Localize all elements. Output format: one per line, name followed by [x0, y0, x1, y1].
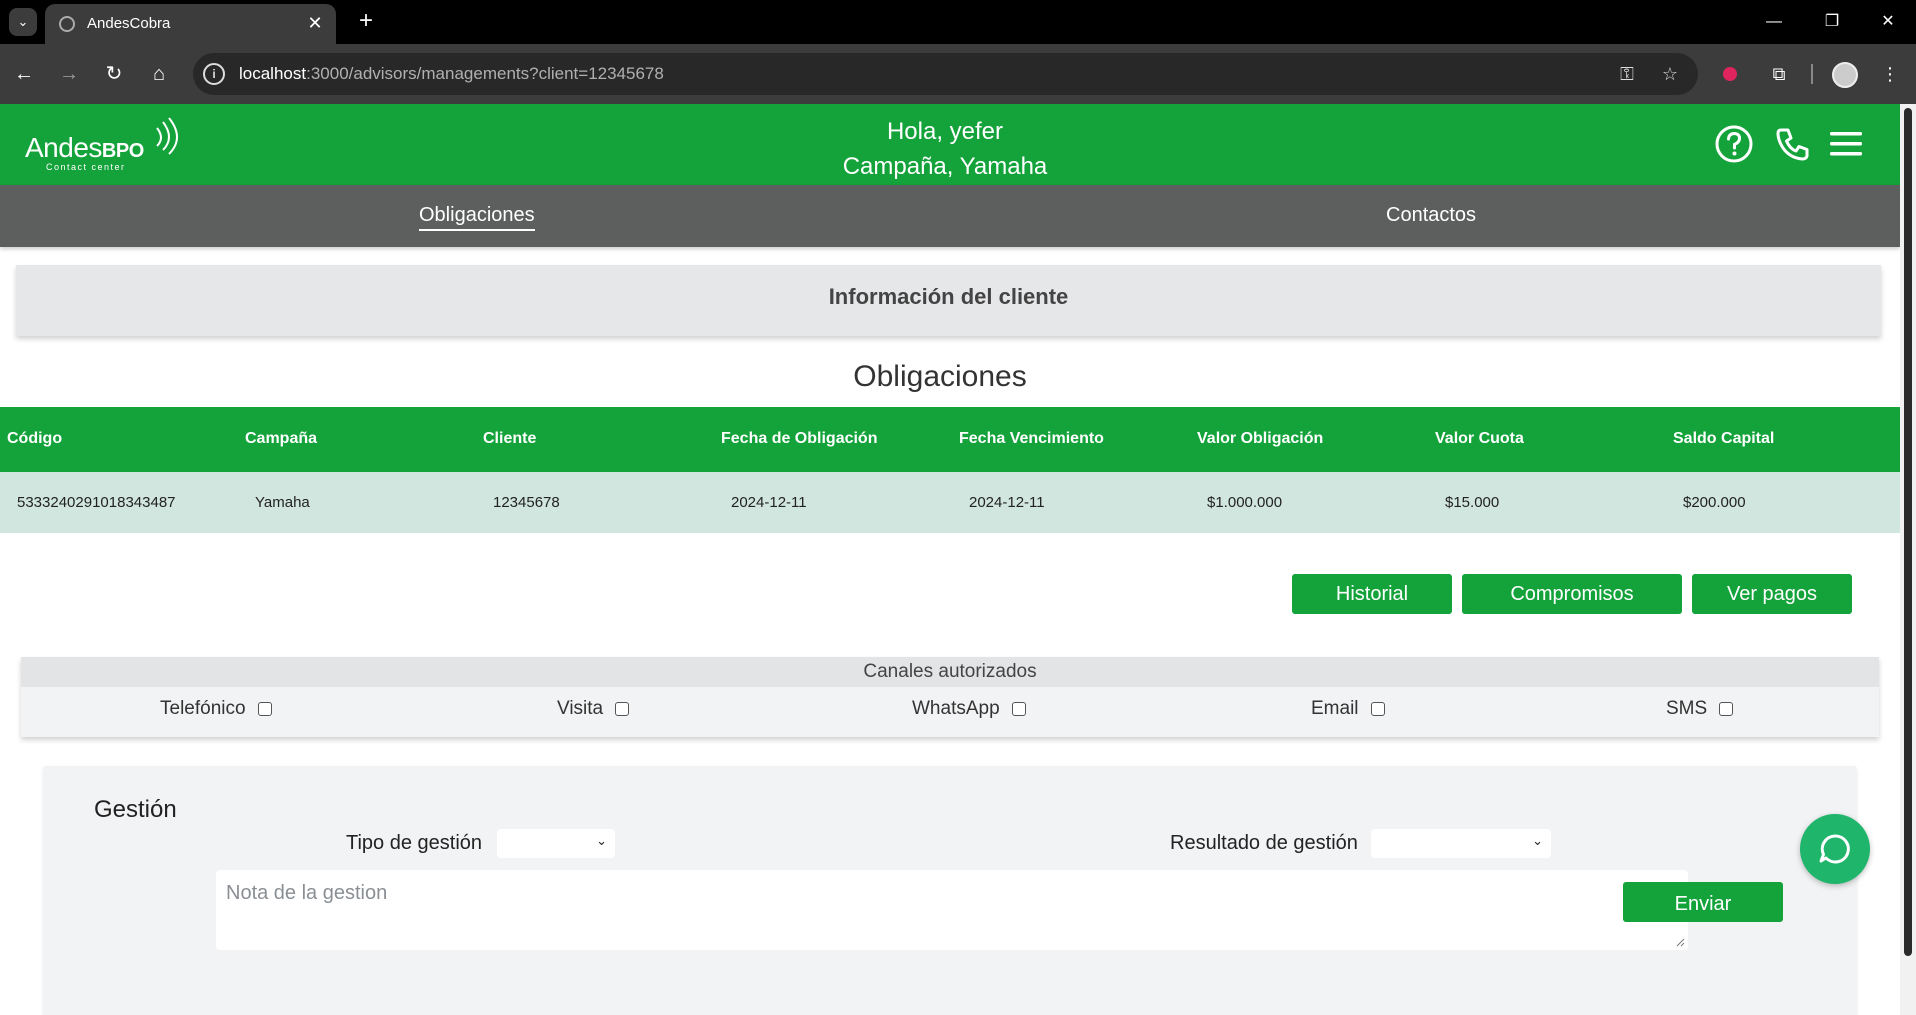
gestion-title: Gestión [94, 796, 177, 823]
channel-whatsapp-label: WhatsApp [912, 698, 1000, 719]
campaign-text: Campaña, Yamaha [842, 153, 1048, 180]
table-row[interactable]: 5333240291018343487 Yamaha 12345678 2024… [0, 472, 1900, 533]
column-header-valor-cuota: Valor Cuota [1435, 430, 1524, 447]
resize-handle-icon[interactable] [1675, 937, 1685, 947]
column-header-cliente: Cliente [483, 430, 537, 447]
key-icon[interactable]: ⚿ [1615, 62, 1639, 86]
toolbar-separator [1811, 64, 1813, 84]
resultado-gestion-label: Resultado de gestión [1170, 832, 1358, 854]
tipo-gestion-label: Tipo de gestión [346, 832, 483, 854]
cell-saldo-capital: $200.000 [1683, 494, 1746, 511]
forward-icon[interactable]: → [55, 60, 83, 88]
channel-telefonico: Telefónico [160, 698, 272, 720]
gestion-form: Gestión Tipo de gestión ⌄ Resultado de g… [44, 766, 1856, 1015]
authorized-channels-panel: Canales autorizados Telefónico Visita Wh… [21, 657, 1879, 737]
resultado-gestion-select[interactable]: ⌄ [1371, 829, 1551, 858]
greeting-text: Hola, yefer [886, 118, 1004, 145]
channel-sms: SMS [1666, 698, 1734, 720]
chevron-down-icon: ⌄ [596, 833, 607, 848]
nav-tab-obligaciones[interactable]: Obligaciones [419, 204, 535, 231]
tipo-gestion-select[interactable]: ⌄ [497, 829, 615, 858]
tab-title: AndesCobra [87, 15, 171, 32]
page-scrollbar[interactable] [1900, 104, 1916, 1015]
phone-icon[interactable] [1773, 124, 1813, 164]
channel-email-label: Email [1311, 698, 1359, 719]
channel-telefonico-checkbox[interactable] [257, 702, 272, 716]
column-header-campana: Campaña [245, 430, 318, 447]
column-header-codigo: Código [7, 430, 63, 447]
cell-valor-cuota: $15.000 [1445, 494, 1500, 511]
channel-visita-label: Visita [557, 698, 604, 719]
greeting-block: Hola, yefer Campaña, Yamaha [0, 114, 1890, 184]
reload-icon[interactable]: ↻ [100, 60, 128, 88]
url-text[interactable]: localhost:3000/advisors/managements?clie… [239, 64, 664, 84]
hamburger-menu-icon[interactable] [1826, 124, 1866, 164]
column-header-valor-obligacion: Valor Obligación [1197, 430, 1324, 447]
client-info-title: Información del cliente [828, 284, 1069, 309]
channel-visita-checkbox[interactable] [615, 702, 630, 716]
chat-button[interactable] [1800, 814, 1870, 884]
app-header: AndesBPO Contact center Hola, yefer Camp… [0, 104, 1900, 185]
ver-pagos-button[interactable]: Ver pagos [1692, 574, 1852, 614]
home-icon[interactable]: ⌂ [145, 60, 173, 88]
cell-fecha-obligacion: 2024-12-11 [731, 494, 807, 511]
client-info-panel[interactable]: Información del cliente [16, 265, 1881, 336]
browser-tabbar: ⌄ AndesCobra ✕ + — ❐ ✕ [0, 0, 1916, 44]
enviar-button[interactable]: Enviar [1623, 882, 1783, 922]
channel-telefonico-label: Telefónico [160, 698, 246, 719]
obligations-title: Obligaciones [853, 360, 1027, 393]
column-header-fecha-obligacion: Fecha de Obligación [721, 430, 878, 447]
channel-email-checkbox[interactable] [1370, 702, 1385, 716]
channel-sms-label: SMS [1666, 698, 1708, 719]
section-nav: Obligaciones Contactos [0, 185, 1900, 247]
cell-valor-obligacion: $1.000.000 [1207, 494, 1283, 511]
minimize-button[interactable]: — [1754, 8, 1794, 36]
channels-title: Canales autorizados [21, 657, 1879, 687]
help-icon[interactable] [1714, 124, 1754, 164]
nav-tab-contactos[interactable]: Contactos [1386, 204, 1476, 227]
profile-avatar[interactable] [1832, 62, 1858, 88]
close-window-button[interactable]: ✕ [1868, 8, 1908, 36]
tab-search-button[interactable]: ⌄ [9, 8, 37, 36]
chevron-down-icon: ⌄ [1532, 833, 1543, 848]
scrollbar-thumb[interactable] [1904, 108, 1912, 956]
back-icon[interactable]: ← [10, 60, 38, 88]
channel-whatsapp-checkbox[interactable] [1011, 702, 1026, 716]
column-header-fecha-vencimiento: Fecha Vencimiento [959, 430, 1104, 447]
url-host: localhost [239, 64, 307, 83]
channel-visita: Visita [557, 698, 630, 720]
url-path: :3000/advisors/managements?client=123456… [306, 64, 664, 83]
more-menu-icon[interactable]: ⋮ [1876, 60, 1904, 88]
obligations-table-header: Código Campaña Cliente Fecha de Obligaci… [0, 407, 1900, 472]
star-icon[interactable]: ☆ [1658, 62, 1682, 86]
address-bar[interactable]: i localhost:3000/advisors/managements?cl… [193, 53, 1698, 95]
column-header-saldo-capital: Saldo Capital [1673, 430, 1775, 447]
cell-campana: Yamaha [255, 494, 310, 511]
chat-bubble-icon [1819, 834, 1850, 864]
cell-cliente: 12345678 [493, 494, 560, 511]
site-info-icon[interactable]: i [203, 63, 225, 85]
cell-fecha-vencimiento: 2024-12-11 [969, 494, 1045, 511]
globe-icon [59, 16, 75, 32]
browser-tab[interactable]: AndesCobra ✕ [45, 4, 336, 44]
channel-sms-checkbox[interactable] [1719, 702, 1734, 716]
restore-button[interactable]: ❐ [1812, 8, 1852, 36]
extension-record-icon[interactable] [1716, 60, 1744, 88]
channel-whatsapp: WhatsApp [912, 698, 1026, 720]
extensions-puzzle-icon[interactable]: ⧉ [1765, 60, 1793, 88]
historial-button[interactable]: Historial [1292, 574, 1452, 614]
channel-email: Email [1311, 698, 1385, 720]
browser-toolbar: ← → ↻ ⌂ i localhost:3000/advisors/manage… [0, 44, 1916, 104]
compromisos-button[interactable]: Compromisos [1462, 574, 1682, 614]
nota-placeholder: Nota de la gestion [226, 882, 388, 904]
page-viewport: AndesBPO Contact center Hola, yefer Camp… [0, 104, 1900, 1015]
close-tab-icon[interactable]: ✕ [304, 12, 326, 34]
cell-codigo: 5333240291018343487 [17, 494, 176, 511]
nota-gestion-textarea[interactable]: Nota de la gestion [216, 870, 1688, 950]
new-tab-button[interactable]: + [352, 8, 380, 36]
